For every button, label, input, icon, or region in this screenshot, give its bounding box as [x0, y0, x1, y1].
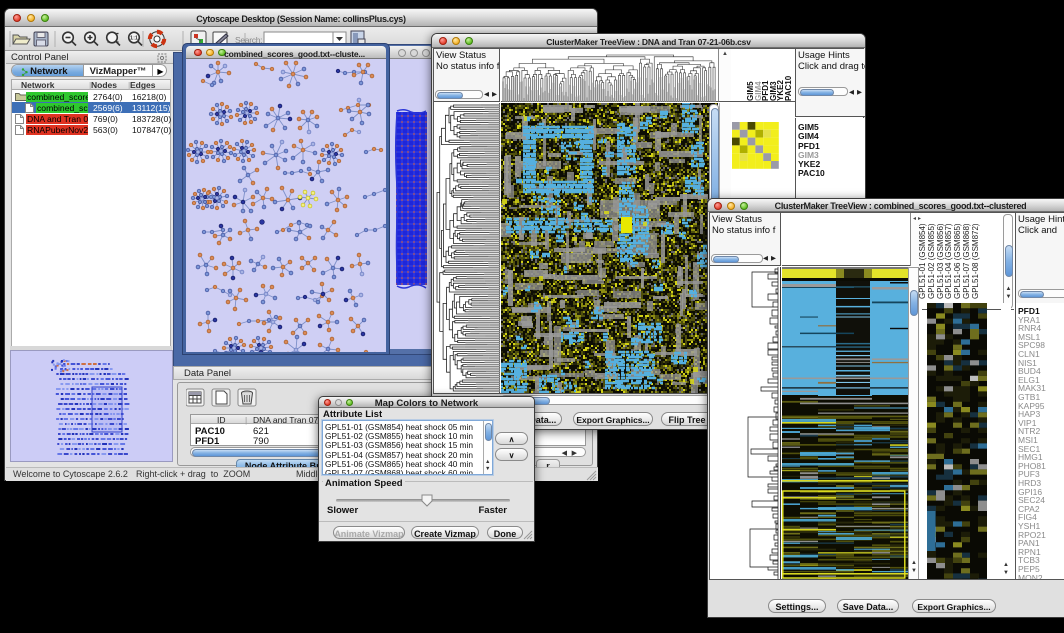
svg-text:1:1: 1:1	[130, 36, 138, 42]
